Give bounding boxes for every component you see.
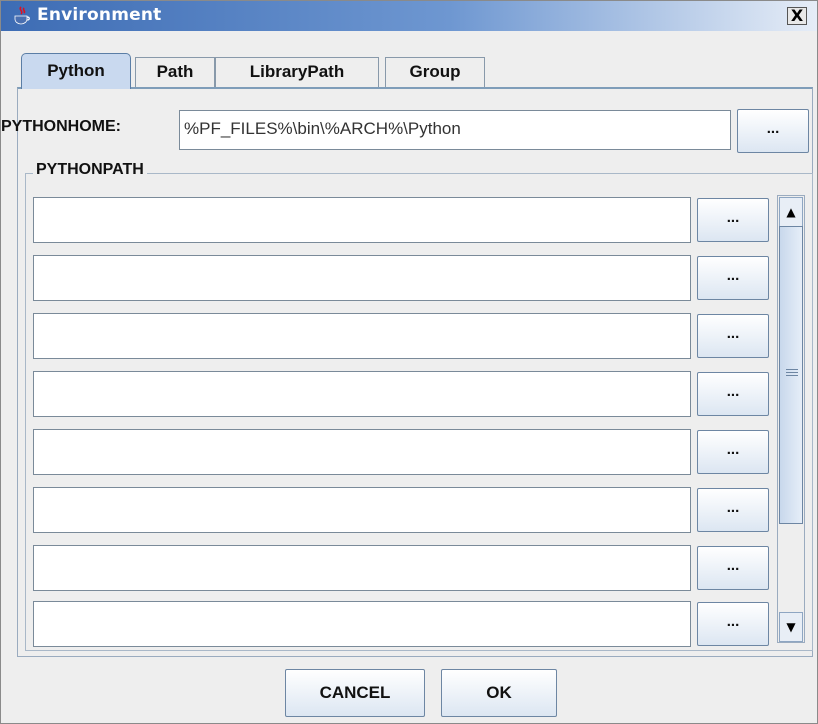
ok-button[interactable]: OK [441, 669, 557, 717]
pythonpath-browse-button[interactable]: ... [697, 372, 769, 416]
scroll-up-icon[interactable]: ▲ [779, 197, 803, 227]
tab-python[interactable]: Python [21, 53, 131, 89]
grip-line [786, 372, 798, 373]
pythonhome-label: PYTHONHOME: [1, 118, 121, 135]
tab-group[interactable]: Group [385, 57, 485, 87]
scroll-thumb[interactable] [779, 226, 803, 524]
pythonpath-input[interactable] [33, 545, 691, 591]
pythonpath-browse-button[interactable]: ... [697, 602, 769, 646]
pythonpath-input[interactable] [33, 429, 691, 475]
tab-librarypath[interactable]: LibraryPath [215, 57, 379, 87]
pythonhome-input[interactable]: %PF_FILES%\bin\%ARCH%\Python [179, 110, 731, 150]
pythonpath-input[interactable] [33, 197, 691, 243]
grip-line [786, 369, 798, 370]
pythonpath-input[interactable] [33, 487, 691, 533]
cancel-button[interactable]: CANCEL [285, 669, 425, 717]
pythonpath-browse-button[interactable]: ... [697, 314, 769, 358]
pythonpath-input[interactable] [33, 601, 691, 647]
pythonhome-browse-button[interactable]: ... [737, 109, 809, 153]
pythonpath-browse-button[interactable]: ... [697, 546, 769, 590]
pythonpath-browse-button[interactable]: ... [697, 198, 769, 242]
pythonpath-browse-button[interactable]: ... [697, 430, 769, 474]
pythonpath-browse-button[interactable]: ... [697, 488, 769, 532]
title-bar[interactable]: Environment X [1, 1, 817, 31]
pythonpath-input[interactable] [33, 371, 691, 417]
java-cup-icon [14, 6, 30, 25]
pythonpath-browse-button[interactable]: ... [697, 256, 769, 300]
pythonpath-scrollbar[interactable]: ▲ ▼ [777, 195, 805, 643]
scroll-down-icon[interactable]: ▼ [779, 612, 803, 642]
grip-line [786, 375, 798, 376]
close-icon[interactable]: X [787, 7, 807, 25]
tab-path[interactable]: Path [135, 57, 215, 87]
pythonpath-input[interactable] [33, 255, 691, 301]
pythonpath-input[interactable] [33, 313, 691, 359]
window-title: Environment [37, 5, 162, 25]
environment-dialog: Environment X Python Path LibraryPath Gr… [0, 0, 818, 724]
pythonpath-legend: PYTHONPATH [33, 161, 147, 179]
